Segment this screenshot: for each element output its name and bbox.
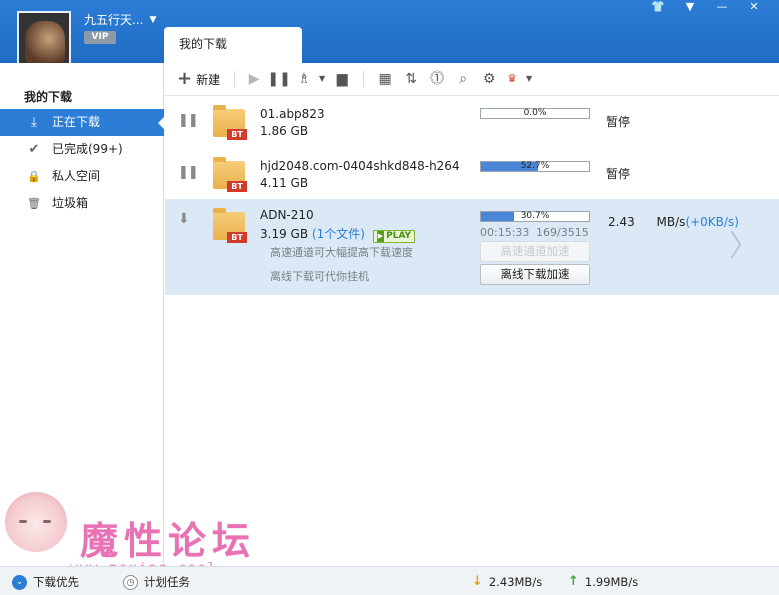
- plus-icon: +: [177, 68, 193, 89]
- download-speed-icon: ↓: [472, 574, 483, 589]
- pieces-count: 169/3515: [536, 226, 589, 239]
- file-name: hjd2048.com-0404shkd848-h264: [260, 159, 460, 173]
- delete-icon[interactable]: ♗: [293, 69, 315, 89]
- status-text: 暂停: [606, 167, 631, 181]
- speed-value: 2.43: [608, 215, 635, 229]
- vip-channel-button[interactable]: 高速通道加速: [480, 241, 590, 262]
- chevron-down-icon: ▼: [149, 14, 157, 25]
- file-name: 01.abp823: [260, 107, 325, 121]
- speed-readout: 2.43 MB/s(+0KB/s): [608, 215, 739, 229]
- chevron-right-icon[interactable]: 〉: [729, 221, 759, 265]
- gear-icon[interactable]: ⚙: [476, 69, 502, 89]
- scheduled-tasks-button[interactable]: ◷ 计划任务: [123, 574, 190, 590]
- status-text: 暂停: [606, 115, 631, 129]
- lock-icon: 🔒: [27, 170, 41, 183]
- sidebar-item-downloading[interactable]: ⤓ 正在下载: [0, 109, 165, 136]
- download-row-selected[interactable]: ⬇ BT ADN-210 3.19 GB (1个文件) ▶ PLAY 高速通道可大…: [165, 199, 779, 295]
- priority-icon: ⌄: [12, 574, 27, 590]
- sidebar-item-trash[interactable]: 🗑 垃圾箱: [0, 190, 164, 217]
- sort-icon[interactable]: ⇅: [398, 69, 424, 89]
- progress-label: 0.0%: [523, 108, 547, 118]
- pause-icon[interactable]: ❚❚: [265, 69, 293, 89]
- upload-speed-icon: ↑: [568, 574, 579, 589]
- file-size: 1.86 GB: [260, 124, 309, 138]
- sidebar-title: 我的下载: [24, 90, 73, 104]
- download-priority-toggle[interactable]: ⌄ 下载优先: [12, 574, 79, 590]
- skin-icon[interactable]: 👕: [643, 0, 673, 16]
- hint-vip-channel: 高速通道可大幅提高下载速度: [270, 246, 413, 259]
- offline-download-button[interactable]: 离线下载加速: [480, 264, 590, 285]
- checkmark-icon: ✔: [28, 142, 40, 157]
- time-remaining: 00:15:33: [480, 226, 530, 239]
- trash-icon: 🗑: [27, 197, 41, 210]
- window-controls: 👕 ▼ — ✕: [643, 0, 769, 16]
- file-size: 4.11 GB: [260, 176, 309, 190]
- priority-label: 下载优先: [33, 575, 79, 589]
- progress-bar: 30.7%: [480, 211, 590, 222]
- download-row[interactable]: ❚❚ BT 01.abp823 1.86 GB 0.0% 暂停: [165, 97, 779, 147]
- download-row[interactable]: ❚❚ BT hjd2048.com-0404shkd848-h264 4.11 …: [165, 147, 779, 199]
- sidebar-item-private-space[interactable]: 🔒 私人空间: [0, 163, 164, 190]
- progress-label: 52.7%: [520, 161, 550, 171]
- close-icon[interactable]: ✕: [739, 0, 769, 16]
- vip-badge[interactable]: VIP: [84, 31, 116, 44]
- mascot-icon: [5, 492, 67, 552]
- toolbar: + 新建 ▶ ❚❚ ♗ ▼ ▆ ▦ ⇅ ⓵ ⌕ ⚙ ♛ ▼: [165, 63, 779, 96]
- schedule-label: 计划任务: [144, 575, 190, 589]
- watermark-title: 魔性论坛: [80, 518, 257, 563]
- tab-my-downloads[interactable]: 我的下载: [164, 27, 302, 63]
- progress-bar: 0.0%: [480, 108, 590, 119]
- folder-icon[interactable]: ▆: [329, 69, 355, 89]
- sidebar-item-label: 正在下载: [52, 115, 101, 129]
- status-bar: ⌄ 下载优先 ◷ 计划任务 ↓ 2.43MB/s ↑ 1.99MB/s: [0, 566, 779, 595]
- upload-speed-value: 1.99MB/s: [584, 574, 639, 589]
- progress-label: 30.7%: [520, 211, 550, 221]
- new-task-button[interactable]: + 新建: [177, 70, 220, 88]
- start-icon[interactable]: ▶: [243, 69, 265, 89]
- new-task-label: 新建: [196, 72, 221, 87]
- bt-folder-icon: BT: [213, 105, 247, 140]
- file-size: 3.19 GB: [260, 227, 309, 241]
- minimize-icon[interactable]: —: [707, 0, 737, 16]
- grid-view-icon[interactable]: ▦: [372, 69, 398, 89]
- download-arrow-icon[interactable]: ⬇: [178, 211, 190, 227]
- upload-speed: ↑ 1.99MB/s: [568, 574, 638, 589]
- menu-icon[interactable]: ▼: [675, 0, 705, 16]
- hint-offline: 离线下载可代你挂机: [270, 270, 369, 283]
- play-button[interactable]: ▶ PLAY: [372, 230, 416, 243]
- delete-dropdown-icon[interactable]: ▼: [315, 69, 329, 89]
- sidebar-item-label: 垃圾箱: [52, 196, 89, 210]
- download-speed-value: 2.43MB/s: [488, 574, 543, 589]
- toolbar-divider: [234, 71, 236, 87]
- single-task-icon[interactable]: ⓵: [424, 69, 450, 89]
- toolbar-divider: [363, 71, 365, 87]
- vip-dropdown-icon[interactable]: ▼: [522, 69, 536, 89]
- title-bar: 九五行天... ▼ VIP 我的下载 👕 ▼ — ✕: [0, 0, 779, 65]
- pause-icon[interactable]: ❚❚: [178, 165, 199, 180]
- file-size-line: 3.19 GB (1个文件) ▶ PLAY: [260, 225, 416, 243]
- avatar[interactable]: [17, 11, 71, 65]
- username: 九五行天...: [84, 13, 144, 27]
- download-speed: ↓ 2.43MB/s: [472, 574, 542, 589]
- bt-folder-icon: BT: [213, 208, 247, 243]
- watermark: 魔性论坛 www.moxing.cool: [0, 478, 290, 576]
- pause-icon[interactable]: ❚❚: [178, 113, 199, 128]
- sidebar-item-label: 私人空间: [52, 169, 101, 183]
- sidebar-item-label: 已完成(99+): [52, 142, 123, 156]
- download-icon: ⤓: [31, 115, 37, 130]
- vip-center-icon[interactable]: ♛: [502, 69, 522, 89]
- progress-bar: 52.7%: [480, 161, 590, 172]
- clock-icon: ◷: [123, 574, 138, 590]
- search-icon[interactable]: ⌕: [450, 69, 476, 89]
- speed-unit: MB/s: [656, 215, 686, 229]
- sidebar-item-completed[interactable]: ✔ 已完成(99+): [0, 136, 164, 163]
- file-count-link[interactable]: (1个文件): [312, 227, 365, 241]
- username-menu[interactable]: 九五行天... ▼: [84, 11, 156, 28]
- file-name: ADN-210: [260, 208, 314, 222]
- bt-folder-icon: BT: [213, 157, 247, 192]
